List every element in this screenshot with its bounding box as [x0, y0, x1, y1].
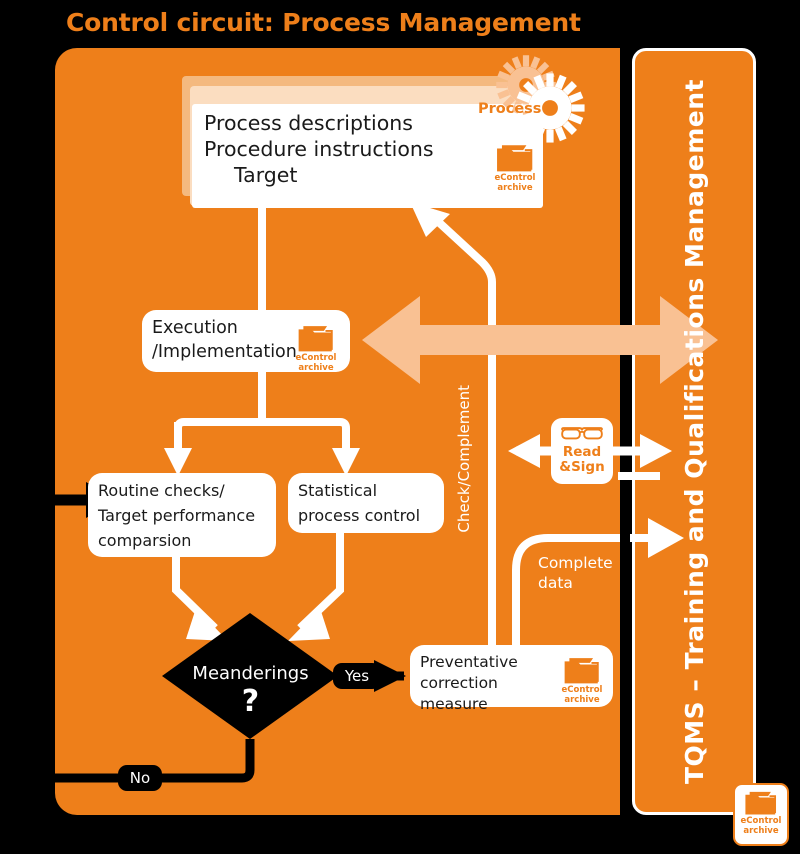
process-badge: Process	[478, 101, 542, 117]
glasses-icon	[561, 427, 603, 440]
edge-label-yes: Yes	[333, 663, 381, 689]
econtrol-archive-icon-execution[interactable]: eControl archive	[290, 323, 342, 373]
archive-line-1: eControl	[561, 685, 603, 695]
edge-label-complete-data: Complete data	[538, 553, 613, 593]
archive-line-2: archive	[497, 183, 533, 193]
decision-question-mark: ?	[241, 684, 260, 719]
archive-line-1: eControl	[295, 353, 337, 363]
execution-line-2: /Implementation	[152, 342, 297, 362]
preventative-line-2: correction measure	[420, 674, 498, 713]
routine-checks-text: Routine checks/ Target performance compa…	[98, 478, 278, 553]
edge-label-check-complement: Check/Complement	[455, 385, 479, 555]
folder-icon	[298, 326, 333, 352]
folder-icon	[564, 658, 599, 684]
read-and-sign-text: Read &Sign	[551, 445, 613, 475]
statistical-line-1: Statistical	[298, 481, 378, 500]
doc-line-2: Procedure instructions	[204, 137, 434, 161]
routine-line-1: Routine checks/	[98, 481, 225, 500]
read-sign-line-1: Read	[562, 444, 602, 460]
edge-execution-split	[164, 372, 360, 476]
folder-icon	[745, 791, 777, 815]
archive-line-2: archive	[743, 826, 779, 836]
econtrol-archive-badge-corner[interactable]: eControl archive	[733, 783, 789, 846]
tqms-panel-label: TQMS – Training and Qualifications Manag…	[632, 48, 756, 815]
document-text: Process descriptions Procedure instructi…	[192, 110, 492, 188]
econtrol-archive-icon-preventative[interactable]: eControl archive	[555, 655, 609, 705]
check-complement-text: Check/Complement	[455, 385, 473, 533]
edge-routine-to-decision	[172, 557, 228, 641]
diagram-canvas: Control circuit: Process Management Proc…	[0, 0, 800, 854]
read-sign-line-2: &Sign	[559, 459, 605, 475]
execution-line-1: Execution	[152, 318, 238, 338]
panel-separator	[620, 48, 630, 815]
doc-line-1: Process descriptions	[204, 111, 413, 135]
edge-statistical-to-decision	[288, 533, 344, 641]
doc-line-3: Target	[234, 163, 298, 187]
tqms-label-text: TQMS – Training and Qualifications Manag…	[679, 79, 709, 784]
decision-text: Meanderings	[192, 663, 309, 684]
routine-line-2: Target performance	[98, 506, 256, 525]
edge-preventative-to-doc	[410, 202, 496, 645]
archive-line-1: eControl	[740, 816, 782, 826]
statistical-line-2: process control	[298, 506, 421, 525]
archive-line-2: archive	[298, 363, 334, 373]
archive-line-2: archive	[564, 695, 600, 705]
preventative-line-1: Preventative	[420, 653, 518, 671]
archive-line-1: eControl	[494, 173, 536, 183]
complete-data-line-1: Complete	[538, 554, 613, 572]
preventative-text: Preventative correction measure	[420, 652, 560, 715]
econtrol-archive-icon-document[interactable]: eControl archive	[487, 142, 543, 193]
folder-icon	[497, 145, 533, 172]
decision-node-label: Meanderings ?	[168, 663, 333, 719]
execution-text: Execution /Implementation	[152, 316, 302, 364]
routine-line-3: comparsion	[98, 531, 192, 550]
statistical-text: Statistical process control	[298, 478, 448, 528]
complete-data-line-2: data	[538, 574, 573, 592]
edge-label-no: No	[118, 765, 162, 791]
